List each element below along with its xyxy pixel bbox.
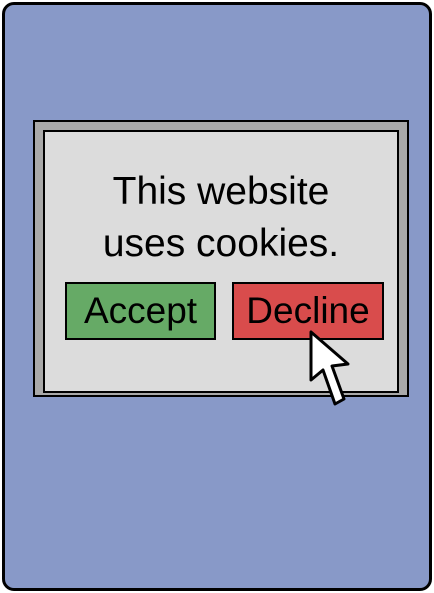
accept-button[interactable]: Accept — [65, 282, 216, 340]
device-screen: This website uses cookies. Accept Declin… — [2, 2, 432, 591]
arrow-cursor-icon — [309, 330, 350, 406]
cookie-message: This website uses cookies. — [45, 166, 397, 270]
cookie-message-line-1: This website — [112, 170, 330, 213]
cookie-message-line-2: uses cookies. — [102, 222, 340, 265]
